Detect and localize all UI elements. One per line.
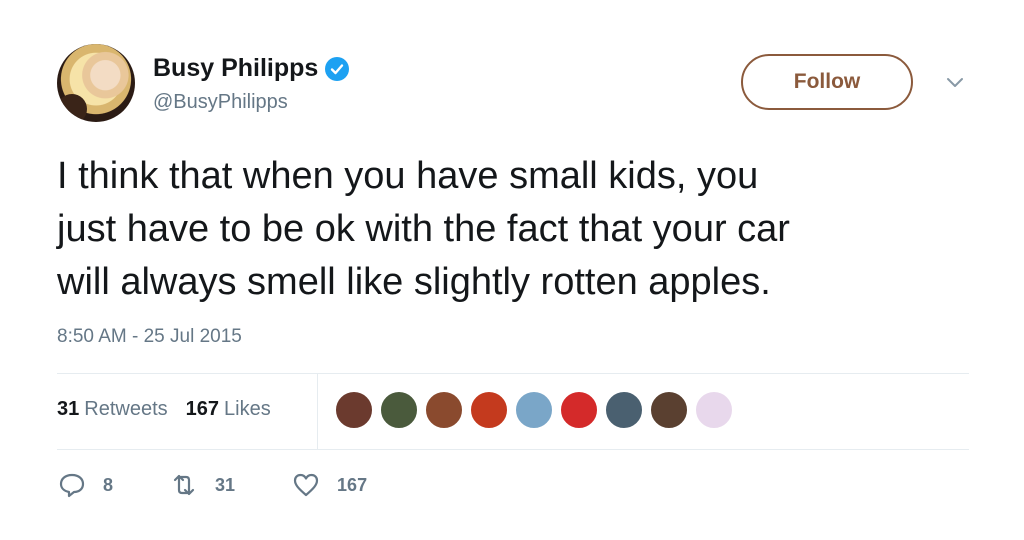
liker-avatar[interactable] — [334, 390, 374, 430]
display-name[interactable]: Busy Philipps — [153, 54, 318, 83]
liker-avatar[interactable] — [514, 390, 554, 430]
tweet-line: I think that when you have small kids, y… — [57, 155, 759, 197]
liker-avatars — [334, 390, 739, 430]
divider — [57, 449, 969, 450]
retweet-count: 31 — [215, 474, 236, 495]
user-name-row: Busy Philipps — [153, 54, 350, 83]
likes-label: Likes — [224, 398, 271, 420]
liker-avatar[interactable] — [694, 390, 734, 430]
likes-stat[interactable]: 167 Likes — [186, 398, 271, 421]
chevron-down-icon[interactable] — [943, 72, 967, 92]
like-count: 167 — [337, 474, 368, 495]
verified-badge-icon — [325, 56, 350, 81]
likes-count: 167 — [185, 398, 219, 420]
heart-icon — [293, 473, 319, 497]
user-handle[interactable]: @BusyPhilipps — [153, 91, 288, 114]
engagement-stats: 31 Retweets 167 Likes — [57, 398, 289, 421]
retweet-button[interactable]: 31 — [169, 470, 235, 500]
tweet-text: I think that when you have small kids, y… — [57, 150, 977, 309]
vertical-divider — [317, 374, 318, 449]
reply-button[interactable]: 8 — [57, 470, 113, 500]
retweet-icon — [173, 474, 195, 496]
tweet-actions: 8 31 167 — [57, 470, 423, 500]
retweets-label: Retweets — [84, 398, 168, 420]
liker-avatar[interactable] — [424, 390, 464, 430]
like-button[interactable]: 167 — [291, 470, 367, 500]
liker-avatar[interactable] — [469, 390, 509, 430]
liker-avatar[interactable] — [604, 390, 644, 430]
liker-avatar[interactable] — [649, 390, 689, 430]
avatar[interactable] — [57, 44, 135, 122]
tweet-timestamp[interactable]: 8:50 AM - 25 Jul 2015 — [57, 326, 242, 348]
liker-avatar[interactable] — [379, 390, 419, 430]
retweets-stat[interactable]: 31 Retweets — [57, 398, 168, 421]
liker-avatar[interactable] — [559, 390, 599, 430]
reply-icon — [59, 473, 85, 498]
reply-count: 8 — [103, 474, 114, 495]
tweet-line: just have to be ok with the fact that yo… — [57, 208, 790, 250]
divider — [57, 373, 969, 374]
follow-button[interactable]: Follow — [741, 54, 913, 110]
retweets-count: 31 — [57, 398, 80, 420]
tweet-line: will always smell like slightly rotten a… — [57, 261, 771, 303]
